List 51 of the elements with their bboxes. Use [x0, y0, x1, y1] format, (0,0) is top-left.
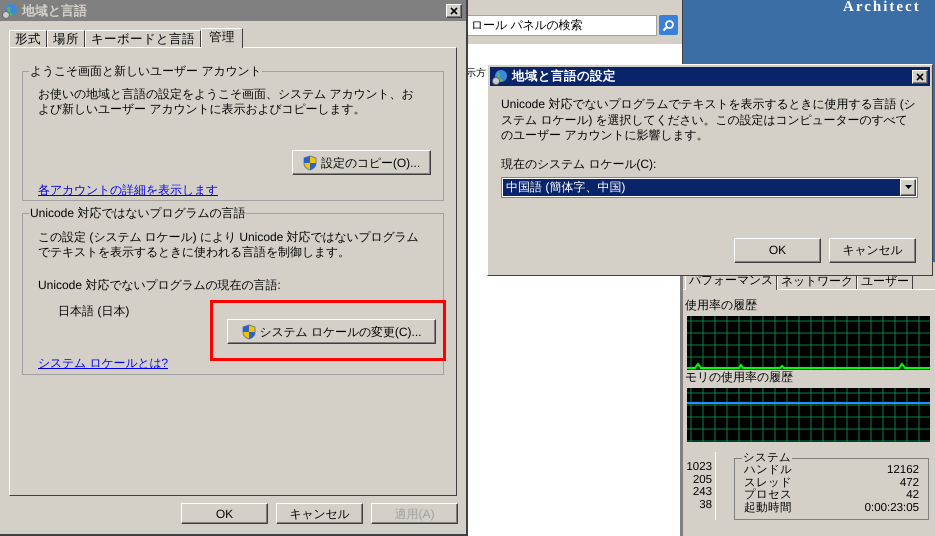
window-title: 地域と言語 — [22, 2, 87, 20]
group-label: ようこそ画面と新しいユーザー アカウント — [29, 64, 262, 78]
window-title: 地域と言語の設定 — [512, 68, 616, 86]
group-label: 使用率の履歴 — [685, 298, 758, 312]
search-field[interactable]: ロール パネルの検索 — [466, 14, 657, 36]
dropdown-arrow-icon — [904, 185, 912, 189]
stat-label: ハンドル — [744, 464, 792, 476]
stat-label: スレッド — [744, 476, 792, 488]
stat-value: 38 — [699, 498, 712, 511]
globe-icon — [492, 68, 508, 84]
copy-settings-button[interactable]: 設定のコピー(O)... — [292, 150, 431, 175]
description-text: Unicode 対応でないプログラムでテキストを表示するときに使用する言語 (システム ロケール) を選択してください。この設定はコンピューターのすべてのユーザー アカウントに影響します。 — [501, 97, 916, 144]
stat-value: 205 — [692, 474, 712, 486]
shield-icon — [242, 324, 256, 340]
close-button[interactable] — [912, 70, 928, 84]
current-language: 日本語 (日本) — [58, 304, 130, 318]
stat-value: 42 — [906, 489, 919, 502]
tab[interactable]: 場所 — [47, 30, 85, 47]
stat-value: 243 — [692, 486, 712, 498]
stat-value: 472 — [900, 476, 919, 489]
stat-value: 12162 — [887, 464, 919, 476]
account-details-link[interactable]: 各アカウントの詳細を表示します — [38, 183, 218, 197]
search-icon — [662, 18, 675, 32]
locale-help-link[interactable]: システム ロケールとは? — [38, 356, 168, 370]
dialog-button[interactable]: キャンセル — [276, 503, 363, 524]
description-text: お使いの地域と言語の設定をようこそ画面、システム アカウント、および新しいユーザー アカウントに表示およびコピーします。 — [38, 87, 414, 117]
group-label: Unicode 対応ではないプログラムの言語 — [29, 206, 246, 220]
locale-label: 現在のシステム ロケール(C): — [501, 156, 658, 170]
current-language-label: Unicode 対応でないプログラムの現在の言語: — [38, 278, 282, 292]
close-icon — [916, 72, 924, 80]
banner-text: Architect — [843, 0, 921, 17]
dialog-button[interactable]: OK — [181, 503, 268, 524]
search-button[interactable] — [659, 15, 678, 35]
stat-label: 起動時間 — [744, 502, 792, 514]
tab[interactable]: 管理 — [201, 28, 243, 48]
change-locale-button[interactable]: システム ロケールの変更(C)... — [227, 319, 436, 344]
globe-icon — [2, 2, 18, 18]
group-label: システム — [742, 451, 792, 465]
stat-value: 1023 — [686, 461, 712, 474]
shield-icon — [302, 154, 317, 170]
stat-label: プロセス — [744, 489, 792, 502]
group-label: モリの使用率の履歴 — [685, 370, 794, 384]
dialog-button[interactable]: キャンセル — [829, 238, 916, 262]
tab[interactable]: キーボードと言語 — [85, 30, 201, 47]
locale-dropdown[interactable]: 中国語 (簡体字、中国) — [501, 176, 918, 198]
stat-value: 0:00:23:05 — [864, 502, 919, 514]
close-icon — [450, 6, 458, 14]
dialog-button[interactable]: OK — [734, 238, 821, 262]
tab[interactable]: 形式 — [9, 30, 47, 47]
close-button[interactable] — [446, 4, 462, 18]
description-text: この設定 (システム ロケール) により Unicode 対応ではないプログラムでテキストを表示するときに使われる言語を制御します。 — [38, 230, 420, 260]
